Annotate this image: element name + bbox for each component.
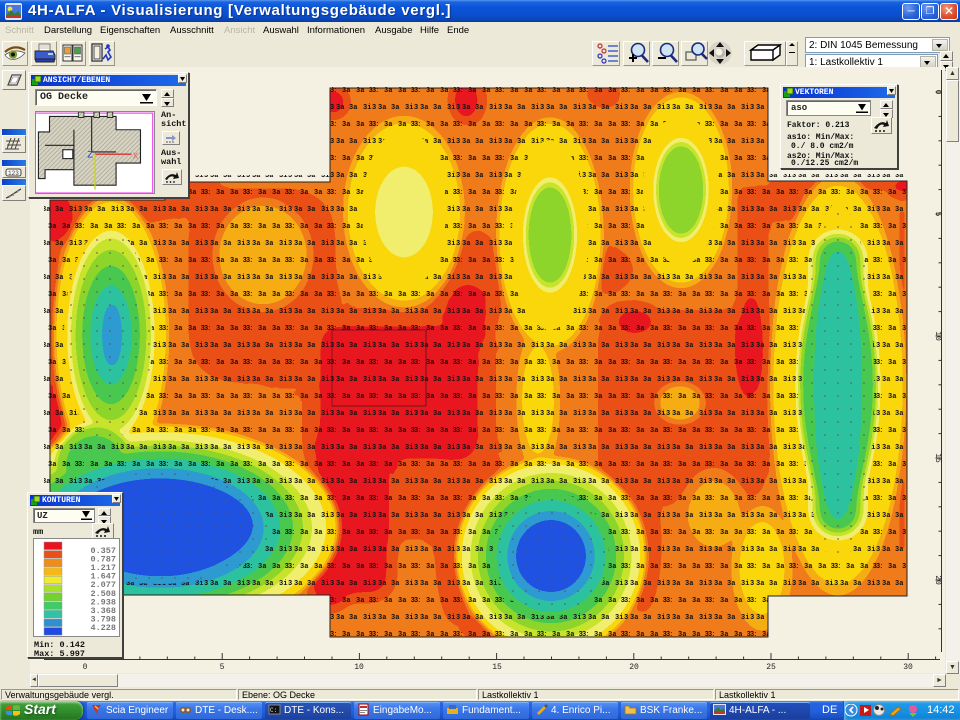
- svg-text:30: 30: [903, 663, 913, 672]
- svg-text:10: 10: [354, 663, 364, 672]
- svg-text:25: 25: [766, 663, 776, 672]
- svg-text:C:: C:: [270, 707, 277, 714]
- svg-text:5: 5: [933, 212, 942, 217]
- svg-text:20: 20: [933, 575, 942, 585]
- svg-text:123: 123: [8, 170, 19, 177]
- svg-text:Z: Z: [87, 149, 93, 160]
- svg-text:0: 0: [83, 663, 88, 672]
- svg-text:15: 15: [492, 663, 502, 672]
- svg-text:20: 20: [629, 663, 639, 672]
- svg-text:X: X: [133, 152, 139, 162]
- svg-text:5: 5: [220, 663, 225, 672]
- svg-text:10: 10: [933, 331, 942, 341]
- svg-text:15: 15: [933, 453, 942, 463]
- svg-text:4.228: 4.228: [90, 623, 116, 633]
- svg-text:0: 0: [933, 90, 942, 95]
